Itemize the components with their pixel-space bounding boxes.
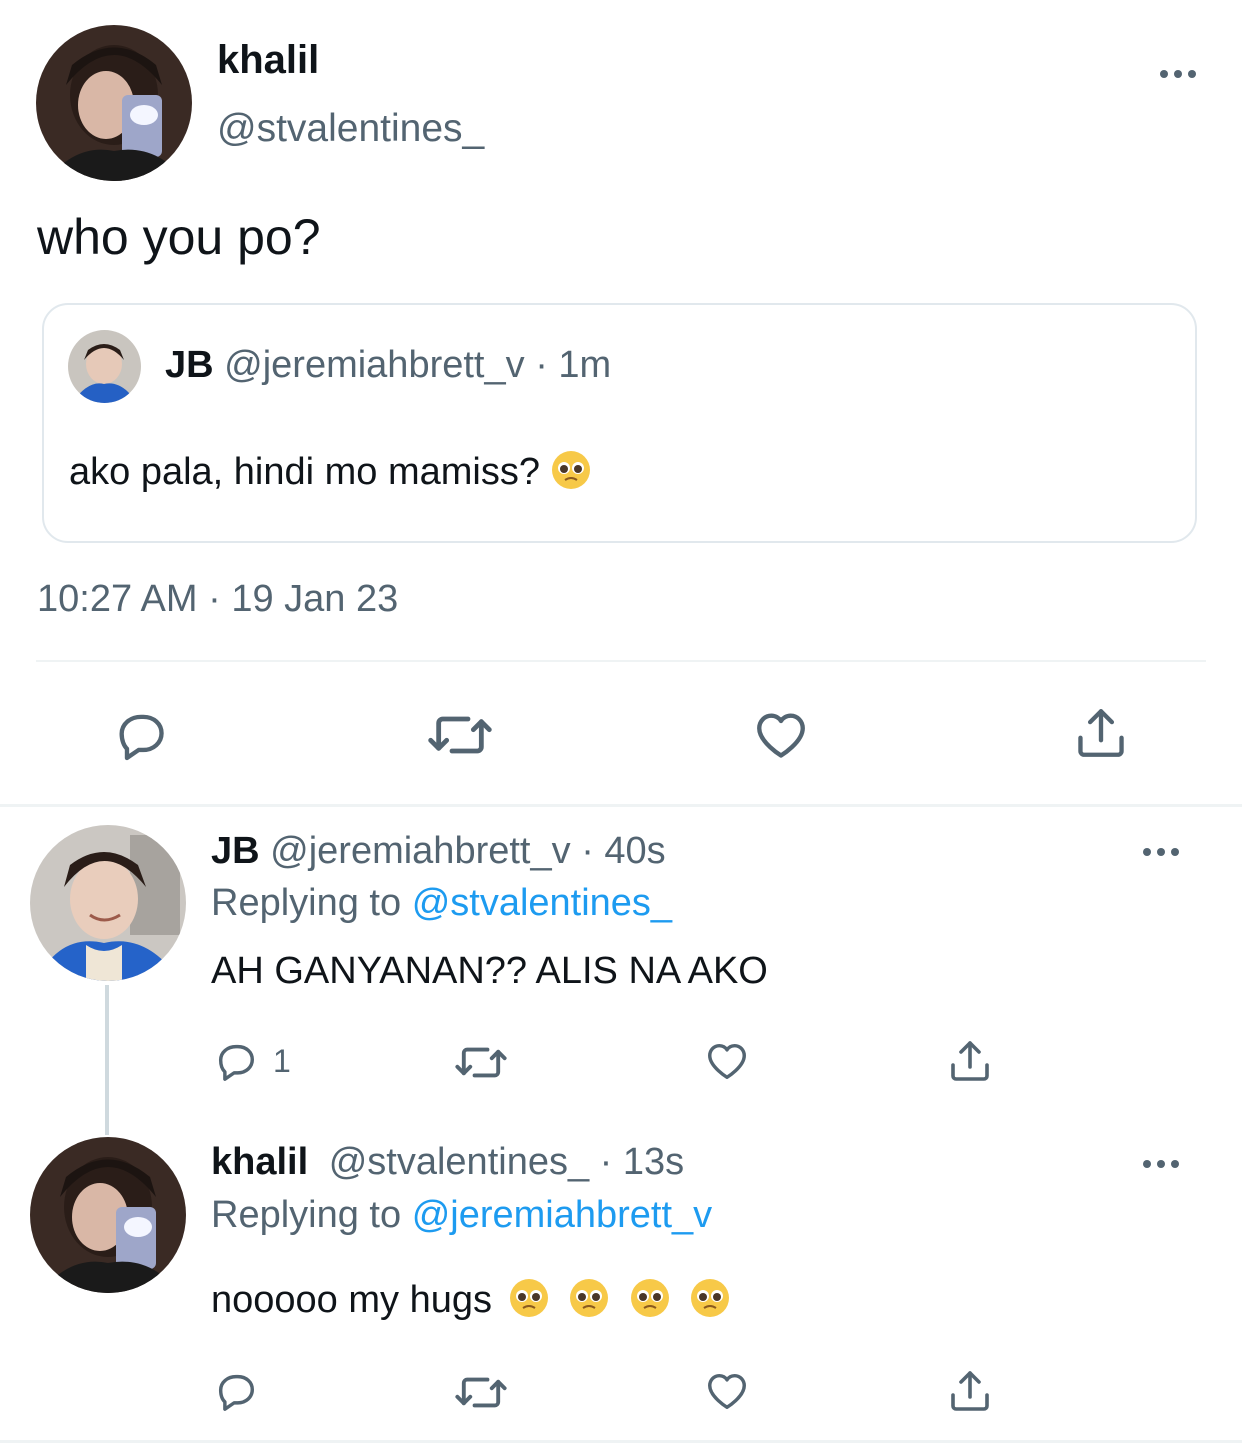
quoted-tweet-text: ako pala, hindi mo mamiss?: [69, 451, 540, 493]
quoted-author-avatar[interactable]: [68, 330, 141, 403]
quoted-author-line: JB @jeremiahbrett_v · 1m: [165, 344, 611, 387]
main-author-name[interactable]: khalil: [217, 38, 319, 83]
pleading-face-icon: [509, 1279, 549, 1321]
retweet-icon[interactable]: [428, 708, 492, 762]
reply2-replying-line: Replying to @jeremiahbrett_v: [211, 1194, 712, 1237]
reply2-replying-prefix: Replying to: [211, 1194, 402, 1236]
reply2-text: nooooo my hugs: [211, 1279, 492, 1321]
reply1-text: AH GANYANAN?? ALIS NA AKO: [211, 950, 768, 992]
reply-icon[interactable]: [112, 706, 170, 764]
reply2-more-options-icon[interactable]: [1143, 1160, 1179, 1168]
reply1-author-avatar[interactable]: [30, 825, 186, 981]
pleading-face-icon: [630, 1279, 670, 1321]
reply2-author-avatar[interactable]: [30, 1137, 186, 1293]
reply1-more-options-icon[interactable]: [1143, 848, 1179, 856]
reply2-author-name[interactable]: khalil: [211, 1141, 308, 1183]
main-timestamp[interactable]: 10:27 AM · 19 Jan 23: [37, 578, 398, 621]
share-icon[interactable]: [1072, 703, 1130, 763]
thread-line: [105, 985, 109, 1135]
avatar-photo-icon: [36, 25, 192, 181]
pleading-face-icon: [551, 451, 591, 493]
section-divider: [0, 804, 1242, 807]
reply1-author-handle[interactable]: @jeremiahbrett_v: [270, 830, 570, 872]
avatar-photo-icon: [68, 330, 141, 403]
pleading-face-icon: [690, 1279, 730, 1321]
quoted-tweet-text-line: ako pala, hindi mo mamiss?: [69, 450, 591, 494]
reply1-like-icon[interactable]: [703, 1038, 751, 1084]
quoted-time: · 1m: [535, 344, 612, 386]
reply2-retweet-icon[interactable]: [455, 1371, 507, 1414]
divider: [36, 660, 1206, 662]
reply2-like-icon[interactable]: [703, 1368, 751, 1414]
reply2-replying-handle[interactable]: @jeremiahbrett_v: [412, 1194, 712, 1236]
reply1-replying-prefix: Replying to: [211, 882, 402, 924]
avatar-photo-icon: [30, 1137, 186, 1293]
reply1-share-icon[interactable]: [946, 1036, 994, 1086]
main-tweet-text: who you po?: [37, 209, 321, 265]
quoted-tweet-card[interactable]: [42, 303, 1197, 543]
pleading-face-icon: [569, 1279, 609, 1321]
reply1-author-name[interactable]: JB: [211, 830, 260, 872]
reply1-retweet-icon[interactable]: [455, 1041, 507, 1084]
quoted-author-handle[interactable]: @jeremiahbrett_v: [224, 344, 524, 386]
quoted-author-name[interactable]: JB: [165, 344, 214, 386]
reply2-author-line: khalil @stvalentines_ · 13s: [211, 1141, 684, 1184]
reply1-replying-line: Replying to @stvalentines_: [211, 882, 672, 925]
reply2-author-handle[interactable]: @stvalentines_: [329, 1141, 589, 1183]
reply2-time: · 13s: [599, 1141, 685, 1183]
reply2-share-icon[interactable]: [946, 1366, 994, 1416]
main-author-avatar[interactable]: [36, 25, 192, 181]
main-more-options-icon[interactable]: [1160, 70, 1196, 78]
reply1-reply-count: 1: [273, 1043, 291, 1079]
main-author-handle[interactable]: @stvalentines_: [217, 107, 484, 151]
avatar-photo-icon: [30, 825, 186, 981]
reply1-author-line: JB @jeremiahbrett_v · 40s: [211, 830, 666, 873]
reply1-reply-icon[interactable]: [213, 1038, 259, 1084]
reply1-replying-handle[interactable]: @stvalentines_: [412, 882, 672, 924]
like-icon[interactable]: [751, 706, 811, 764]
reply2-text-line: nooooo my hugs: [211, 1278, 730, 1322]
reply1-time: · 40s: [581, 830, 666, 872]
reply2-reply-icon[interactable]: [213, 1368, 259, 1414]
